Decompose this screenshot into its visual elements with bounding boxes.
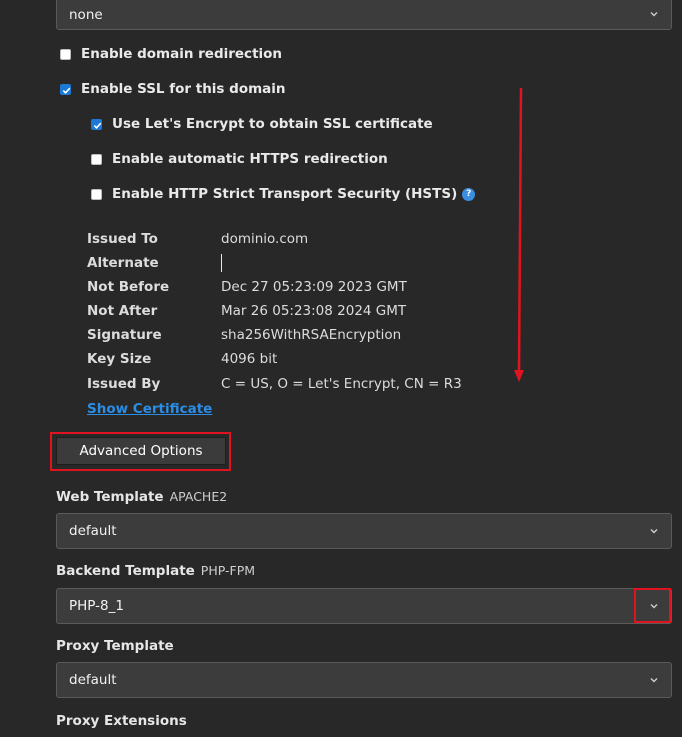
domain-redirection-checkbox[interactable]: Enable domain redirection: [60, 46, 282, 62]
cert-label-issued-by: Issued By: [87, 376, 161, 392]
show-certificate-link[interactable]: Show Certificate: [87, 401, 212, 417]
top-select[interactable]: none: [56, 0, 672, 30]
backend-template-select[interactable]: PHP-8_1: [56, 588, 672, 624]
checkbox-box[interactable]: [91, 188, 102, 200]
backend-template-label: Backend Template PHP-FPM: [56, 563, 255, 579]
cert-label-alternate: Alternate: [87, 255, 159, 271]
checkbox-label: Enable domain redirection: [81, 46, 283, 62]
web-template-hint: APACHE2: [169, 489, 228, 504]
web-template-select[interactable]: default: [56, 513, 672, 549]
top-select-value: none: [69, 7, 103, 23]
letsencrypt-checkbox[interactable]: Use Let's Encrypt to obtain SSL certific…: [91, 116, 433, 132]
cert-value-signature: sha256WithRSAEncryption: [221, 327, 402, 343]
cert-label-not-after: Not After: [87, 303, 158, 319]
highlight-box: [634, 588, 671, 623]
annotation-arrow-icon: [514, 87, 524, 382]
text-cursor: [221, 254, 222, 272]
backend-template-value: PHP-8_1: [69, 598, 124, 614]
cert-value-not-before: Dec 27 05:23:09 2023 GMT: [221, 279, 407, 295]
proxy-template-label: Proxy Template: [56, 638, 174, 654]
web-template-label-text: Web Template: [56, 489, 164, 505]
backend-template-hint: PHP-FPM: [200, 563, 256, 578]
checkbox-label: Use Let's Encrypt to obtain SSL certific…: [112, 116, 433, 132]
checkbox-label: Enable HTTP Strict Transport Security (H…: [112, 186, 458, 202]
proxy-template-select[interactable]: default: [56, 662, 672, 698]
checkbox-label: Enable SSL for this domain: [81, 81, 286, 97]
cert-label-issued-to: Issued To: [87, 231, 158, 247]
checkbox-box[interactable]: [91, 153, 102, 165]
help-icon[interactable]: ?: [462, 187, 476, 201]
https-redirect-checkbox[interactable]: Enable automatic HTTPS redirection: [91, 151, 388, 167]
cert-value-not-after: Mar 26 05:23:08 2024 GMT: [221, 303, 407, 319]
chevron-down-icon: [650, 678, 658, 683]
ssl-checkbox[interactable]: Enable SSL for this domain: [60, 81, 286, 97]
check-icon: [93, 122, 102, 129]
cert-value-issued-to: dominio.com: [221, 231, 309, 247]
checkbox-box[interactable]: [60, 48, 71, 60]
cert-value-issued-by: C = US, O = Let's Encrypt, CN = R3: [221, 376, 462, 392]
checkbox-box[interactable]: [91, 118, 102, 130]
chevron-down-icon: [650, 529, 658, 534]
backend-template-label-text: Backend Template: [56, 563, 195, 579]
web-template-label: Web Template APACHE2: [56, 489, 227, 505]
hsts-checkbox[interactable]: Enable HTTP Strict Transport Security (H…: [91, 186, 476, 202]
highlight-box: [50, 432, 231, 471]
cert-label-signature: Signature: [87, 327, 162, 343]
cert-label-not-before: Not Before: [87, 279, 170, 295]
proxy-extensions-label: Proxy Extensions: [56, 713, 187, 729]
checkbox-box[interactable]: [60, 83, 71, 95]
proxy-template-value: default: [69, 672, 117, 688]
cert-label-key-size: Key Size: [87, 351, 152, 367]
check-icon: [62, 87, 71, 94]
checkbox-label: Enable automatic HTTPS redirection: [112, 151, 388, 167]
chevron-down-icon: [650, 12, 658, 17]
web-template-value: default: [69, 523, 117, 539]
proxy-template-label-text: Proxy Template: [56, 638, 174, 654]
cert-value-key-size: 4096 bit: [221, 351, 278, 367]
